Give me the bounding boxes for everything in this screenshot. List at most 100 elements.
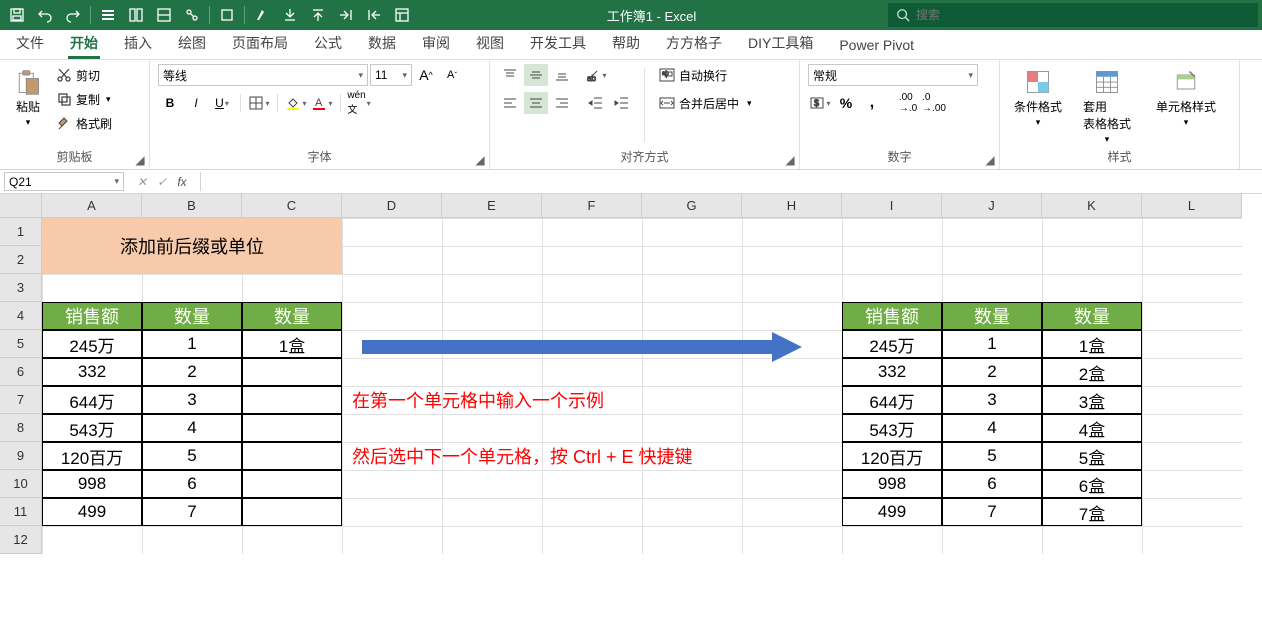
column-header[interactable]: L	[1142, 194, 1242, 218]
qat-icon[interactable]	[151, 2, 177, 28]
dialog-launcher-icon[interactable]: ◢	[473, 153, 487, 167]
align-left-icon[interactable]	[498, 92, 522, 114]
tab-data[interactable]: 数据	[366, 27, 398, 59]
painter-button[interactable]: 格式刷	[52, 112, 116, 134]
cancel-icon[interactable]: ✕	[132, 175, 152, 189]
note-text[interactable]: 然后选中下一个单元格，按 Ctrl + E 快捷键	[342, 442, 842, 470]
tab-ffgz[interactable]: 方方格子	[664, 27, 724, 59]
table-cell[interactable]: 245万	[42, 330, 142, 358]
column-header[interactable]: A	[42, 194, 142, 218]
tab-view[interactable]: 视图	[474, 27, 506, 59]
italic-icon[interactable]: I	[184, 92, 208, 114]
row-header[interactable]: 9	[0, 442, 42, 470]
qat-icon[interactable]	[389, 2, 415, 28]
table-cell[interactable]: 1	[142, 330, 242, 358]
align-top-icon[interactable]	[498, 64, 522, 86]
table-cell[interactable]: 2盒	[1042, 358, 1142, 386]
underline-icon[interactable]: U▾	[210, 92, 234, 114]
formula-input[interactable]	[201, 170, 1262, 193]
table-cell[interactable]: 6盒	[1042, 470, 1142, 498]
note-text[interactable]: 在第一个单元格中输入一个示例	[342, 386, 842, 414]
tab-draw[interactable]: 绘图	[176, 27, 208, 59]
row-header[interactable]: 10	[0, 470, 42, 498]
font-name-select[interactable]: 等线▾	[158, 64, 368, 86]
align-middle-icon[interactable]	[524, 64, 548, 86]
indent-increase-icon[interactable]	[610, 92, 634, 114]
table-cell[interactable]: 2	[142, 358, 242, 386]
qat-icon[interactable]	[249, 2, 275, 28]
row-header[interactable]: 2	[0, 246, 42, 274]
table-cell[interactable]: 7	[942, 498, 1042, 526]
row-header[interactable]: 8	[0, 414, 42, 442]
row-header[interactable]: 3	[0, 274, 42, 302]
table-cell[interactable]	[242, 498, 342, 526]
save-icon[interactable]	[4, 2, 30, 28]
table-cell[interactable]: 7盒	[1042, 498, 1142, 526]
align-right-icon[interactable]	[550, 92, 574, 114]
table-cell[interactable]: 4	[142, 414, 242, 442]
increase-decimal-icon[interactable]: .00→.0	[896, 92, 920, 114]
qat-icon[interactable]	[333, 2, 359, 28]
table-cell[interactable]: 120百万	[842, 442, 942, 470]
align-center-icon[interactable]	[524, 92, 548, 114]
table-cell[interactable]: 3盒	[1042, 386, 1142, 414]
qat-icon[interactable]	[305, 2, 331, 28]
tab-diy[interactable]: DIY工具箱	[746, 27, 815, 59]
row-header[interactable]: 5	[0, 330, 42, 358]
tab-review[interactable]: 审阅	[420, 27, 452, 59]
table-cell[interactable]: 5盒	[1042, 442, 1142, 470]
tab-help[interactable]: 帮助	[610, 27, 642, 59]
table-cell[interactable]: 2	[942, 358, 1042, 386]
table-cell[interactable]: 644万	[842, 386, 942, 414]
qat-icon[interactable]	[123, 2, 149, 28]
table-header[interactable]: 数量	[1042, 302, 1142, 330]
table-header[interactable]: 数量	[942, 302, 1042, 330]
table-cell[interactable]: 1盒	[242, 330, 342, 358]
redo-icon[interactable]	[60, 2, 86, 28]
dialog-launcher-icon[interactable]: ◢	[783, 153, 797, 167]
table-cell[interactable]: 998	[42, 470, 142, 498]
undo-icon[interactable]	[32, 2, 58, 28]
table-cell[interactable]: 499	[42, 498, 142, 526]
column-header[interactable]: I	[842, 194, 942, 218]
tab-insert[interactable]: 插入	[122, 27, 154, 59]
border-icon[interactable]: ▾	[247, 92, 271, 114]
conditional-format-button[interactable]: 条件格式▾	[1008, 64, 1068, 146]
column-header[interactable]: G	[642, 194, 742, 218]
paste-button[interactable]: 粘贴 ▾	[8, 64, 48, 146]
table-cell[interactable]: 1盒	[1042, 330, 1142, 358]
dialog-launcher-icon[interactable]: ◢	[133, 153, 147, 167]
table-cell[interactable]	[242, 414, 342, 442]
decrease-decimal-icon[interactable]: .0→.00	[922, 92, 946, 114]
fx-icon[interactable]: fx	[172, 175, 192, 189]
dialog-launcher-icon[interactable]: ◢	[983, 153, 997, 167]
copy-button[interactable]: 复制▾	[52, 88, 116, 110]
table-cell[interactable]: 3	[942, 386, 1042, 414]
align-bottom-icon[interactable]	[550, 64, 574, 86]
format-as-table-button[interactable]: 套用 表格格式▾	[1072, 64, 1142, 146]
row-header[interactable]: 1	[0, 218, 42, 246]
qat-icon[interactable]	[95, 2, 121, 28]
cell-styles-button[interactable]: 单元格样式▾	[1146, 64, 1226, 146]
column-header[interactable]: D	[342, 194, 442, 218]
qat-icon[interactable]	[179, 2, 205, 28]
table-cell[interactable]: 543万	[42, 414, 142, 442]
row-header[interactable]: 12	[0, 526, 42, 554]
merge-center-button[interactable]: 合并后居中▾	[655, 92, 756, 114]
table-cell[interactable]	[242, 470, 342, 498]
fill-color-icon[interactable]: ▾	[284, 92, 308, 114]
table-header[interactable]: 销售额	[842, 302, 942, 330]
cut-button[interactable]: 剪切	[52, 64, 116, 86]
phonetic-icon[interactable]: wén文▾	[347, 92, 371, 114]
search-box[interactable]	[888, 3, 1258, 27]
row-header[interactable]: 4	[0, 302, 42, 330]
qat-icon[interactable]	[214, 2, 240, 28]
select-all-corner[interactable]	[0, 194, 42, 218]
accounting-icon[interactable]: $▾	[808, 92, 832, 114]
number-format-select[interactable]: 常规▾	[808, 64, 978, 86]
table-cell[interactable]: 6	[942, 470, 1042, 498]
table-cell[interactable]: 4盒	[1042, 414, 1142, 442]
table-cell[interactable]: 245万	[842, 330, 942, 358]
table-header[interactable]: 数量	[242, 302, 342, 330]
increase-font-icon[interactable]: A^	[414, 64, 438, 86]
